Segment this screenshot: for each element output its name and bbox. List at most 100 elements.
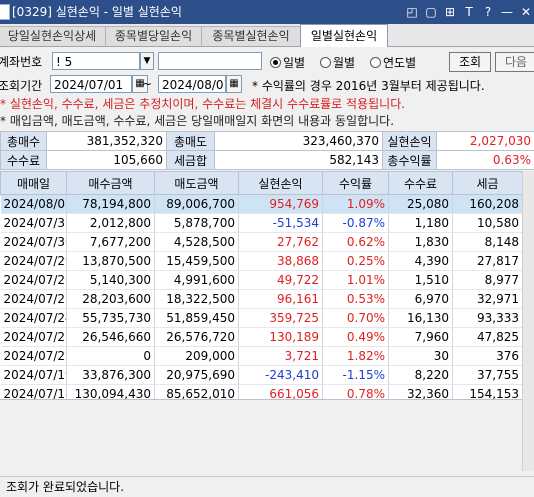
cell-yield: 1.09% bbox=[323, 195, 389, 214]
table-row[interactable]: 2024/07/2455,735,73051,859,450359,7250.7… bbox=[1, 309, 523, 328]
daily-pnl-grid[interactable]: 매매일 매수금액 매도금액 실현손익 수익률 수수료 세금 2024/08/01… bbox=[0, 171, 522, 400]
table-row[interactable]: 2024/07/307,677,2004,528,50027,7620.62%1… bbox=[1, 233, 523, 252]
cell-buy-amount: 33,876,300 bbox=[67, 366, 155, 385]
table-row[interactable]: 2024/07/2913,870,50015,459,50038,8680.25… bbox=[1, 252, 523, 271]
font-icon[interactable]: T bbox=[461, 4, 477, 20]
table-row[interactable]: 2024/07/312,012,8005,878,700-51,534-0.87… bbox=[1, 214, 523, 233]
cell-buy-amount: 5,140,300 bbox=[67, 271, 155, 290]
window-mode-icon[interactable]: ▢ bbox=[423, 4, 439, 20]
cell-tax: 376 bbox=[453, 347, 523, 366]
table-row[interactable]: 2024/07/2528,203,60018,322,50096,1610.53… bbox=[1, 290, 523, 309]
account-label: 계좌번호 bbox=[0, 53, 42, 70]
summary-row: 총매수 381,352,320 총매도 323,460,370 실현손익 2,0… bbox=[1, 132, 534, 151]
cell-tax: 154,153 bbox=[453, 385, 523, 401]
cell-sell-amount: 20,975,690 bbox=[155, 366, 239, 385]
table-row[interactable]: 2024/08/0178,194,80089,006,700954,7691.0… bbox=[1, 195, 523, 214]
tax-sum-label: 세금합 bbox=[167, 151, 215, 170]
notice-consistency: * 매입금액, 매도금액, 수수료, 세금은 당일매매일지 화면의 내용과 동일… bbox=[0, 112, 394, 129]
cell-realized-pnl: 38,868 bbox=[239, 252, 323, 271]
cell-trade-date: 2024/07/24 bbox=[1, 309, 67, 328]
search-button[interactable]: 조회 bbox=[449, 52, 491, 72]
table-row[interactable]: 2024/07/1933,876,30020,975,690-243,410-1… bbox=[1, 366, 523, 385]
date-to-input[interactable]: 2024/08/01 bbox=[158, 75, 226, 93]
notice-estimate: * 실현손익, 수수료, 세금은 추정치이며, 수수료는 체결시 수수료률로 적… bbox=[0, 95, 405, 112]
table-row[interactable]: 2024/07/265,140,3004,991,60049,7221.01%1… bbox=[1, 271, 523, 290]
col-trade-date[interactable]: 매매일 bbox=[1, 172, 67, 195]
tab-item-daily-pnl[interactable]: 종목별당일손익 bbox=[105, 26, 202, 46]
calendar-to-icon[interactable]: ▦ bbox=[226, 75, 242, 93]
title-bar: [0329] 실현손익 - 일별 실현손익 ◰ ▢ ⊞ T ? — ✕ bbox=[0, 0, 534, 24]
grid-body: 2024/08/0178,194,80089,006,700954,7691.0… bbox=[1, 195, 523, 401]
cell-sell-amount: 85,652,010 bbox=[155, 385, 239, 401]
col-fee[interactable]: 수수료 bbox=[389, 172, 453, 195]
cell-realized-pnl: 359,725 bbox=[239, 309, 323, 328]
cell-tax: 93,333 bbox=[453, 309, 523, 328]
link-icon[interactable]: ◰ bbox=[404, 4, 420, 20]
cell-trade-date: 2024/07/23 bbox=[1, 328, 67, 347]
next-button[interactable]: 다음 bbox=[495, 52, 534, 72]
cell-realized-pnl: 3,721 bbox=[239, 347, 323, 366]
date-tilde: ~ bbox=[142, 77, 152, 91]
radio-yearly-label: 연도별 bbox=[383, 56, 416, 70]
tab-item-realized-pnl[interactable]: 종목별실현손익 bbox=[201, 26, 301, 46]
realized-pnl-label: 실현손익 bbox=[383, 132, 437, 151]
help-icon[interactable]: ? bbox=[480, 4, 496, 20]
col-tax[interactable]: 세금 bbox=[453, 172, 523, 195]
cell-trade-date: 2024/07/26 bbox=[1, 271, 67, 290]
radio-yearly[interactable]: 연도별 bbox=[370, 54, 416, 71]
account-password-input[interactable] bbox=[158, 52, 262, 70]
cell-sell-amount: 26,576,720 bbox=[155, 328, 239, 347]
cell-buy-amount: 7,677,200 bbox=[67, 233, 155, 252]
cell-yield: 1.01% bbox=[323, 271, 389, 290]
radio-daily[interactable]: 일별 bbox=[270, 54, 305, 71]
window-title: [0329] 실현손익 - 일별 실현손익 bbox=[12, 5, 182, 19]
cell-trade-date: 2024/07/25 bbox=[1, 290, 67, 309]
layout-icon[interactable]: ⊞ bbox=[442, 4, 458, 20]
cell-fee: 1,510 bbox=[389, 271, 453, 290]
close-icon[interactable]: ✕ bbox=[518, 4, 534, 20]
cell-trade-date: 2024/07/19 bbox=[1, 366, 67, 385]
window-title-area: [0329] 실현손익 - 일별 실현손익 bbox=[0, 0, 182, 24]
radio-monthly-label: 월별 bbox=[333, 56, 355, 70]
cell-realized-pnl: -243,410 bbox=[239, 366, 323, 385]
cell-yield: -1.15% bbox=[323, 366, 389, 385]
cell-realized-pnl: 661,056 bbox=[239, 385, 323, 401]
cell-fee: 30 bbox=[389, 347, 453, 366]
table-row[interactable]: 2024/07/2326,546,66026,576,720130,1890.4… bbox=[1, 328, 523, 347]
tab-daily-detail[interactable]: 당일실현손익상세 bbox=[0, 26, 106, 46]
tab-daily-realized-pnl[interactable]: 일별실현손익 bbox=[300, 24, 388, 47]
cell-sell-amount: 4,991,600 bbox=[155, 271, 239, 290]
col-buy-amount[interactable]: 매수금액 bbox=[67, 172, 155, 195]
radio-monthly[interactable]: 월별 bbox=[320, 54, 355, 71]
cell-realized-pnl: 27,762 bbox=[239, 233, 323, 252]
account-number-input[interactable]: ! 5 bbox=[52, 52, 140, 70]
table-row[interactable]: 2024/07/220209,0003,7211.82%30376 bbox=[1, 347, 523, 366]
yield-note: * 수익률의 경우 2016년 3월부터 제공됩니다. bbox=[252, 77, 485, 94]
cell-buy-amount: 78,194,800 bbox=[67, 195, 155, 214]
cell-fee: 1,180 bbox=[389, 214, 453, 233]
tab-bar: 당일실현손익상세 종목별당일손익 종목별실현손익 일별실현손익 bbox=[0, 24, 534, 47]
cell-buy-amount: 13,870,500 bbox=[67, 252, 155, 271]
radio-yearly-dot bbox=[370, 57, 381, 68]
cell-fee: 6,970 bbox=[389, 290, 453, 309]
radio-monthly-dot bbox=[320, 57, 331, 68]
col-realized-pnl[interactable]: 실현손익 bbox=[239, 172, 323, 195]
total-yield-value: 0.63% bbox=[437, 151, 534, 170]
total-buy-value: 381,352,320 bbox=[47, 132, 167, 151]
cell-realized-pnl: -51,534 bbox=[239, 214, 323, 233]
vertical-scrollbar[interactable] bbox=[522, 171, 534, 471]
col-yield[interactable]: 수익률 bbox=[323, 172, 389, 195]
cell-trade-date: 2024/07/18 bbox=[1, 385, 67, 401]
tax-sum-value: 582,143 bbox=[215, 151, 383, 170]
total-sell-value: 323,460,370 bbox=[215, 132, 383, 151]
minimize-icon[interactable]: — bbox=[499, 4, 515, 20]
col-sell-amount[interactable]: 매도금액 bbox=[155, 172, 239, 195]
radio-daily-label: 일별 bbox=[283, 56, 305, 70]
grid-header-row: 매매일 매수금액 매도금액 실현손익 수익률 수수료 세금 bbox=[1, 172, 523, 195]
date-from-input[interactable]: 2024/07/01 bbox=[50, 75, 132, 93]
app-icon bbox=[0, 4, 10, 20]
cell-tax: 27,817 bbox=[453, 252, 523, 271]
table-row[interactable]: 2024/07/18130,094,43085,652,010661,0560.… bbox=[1, 385, 523, 401]
cell-yield: 0.49% bbox=[323, 328, 389, 347]
account-dropdown-icon[interactable]: ▼ bbox=[140, 52, 154, 70]
